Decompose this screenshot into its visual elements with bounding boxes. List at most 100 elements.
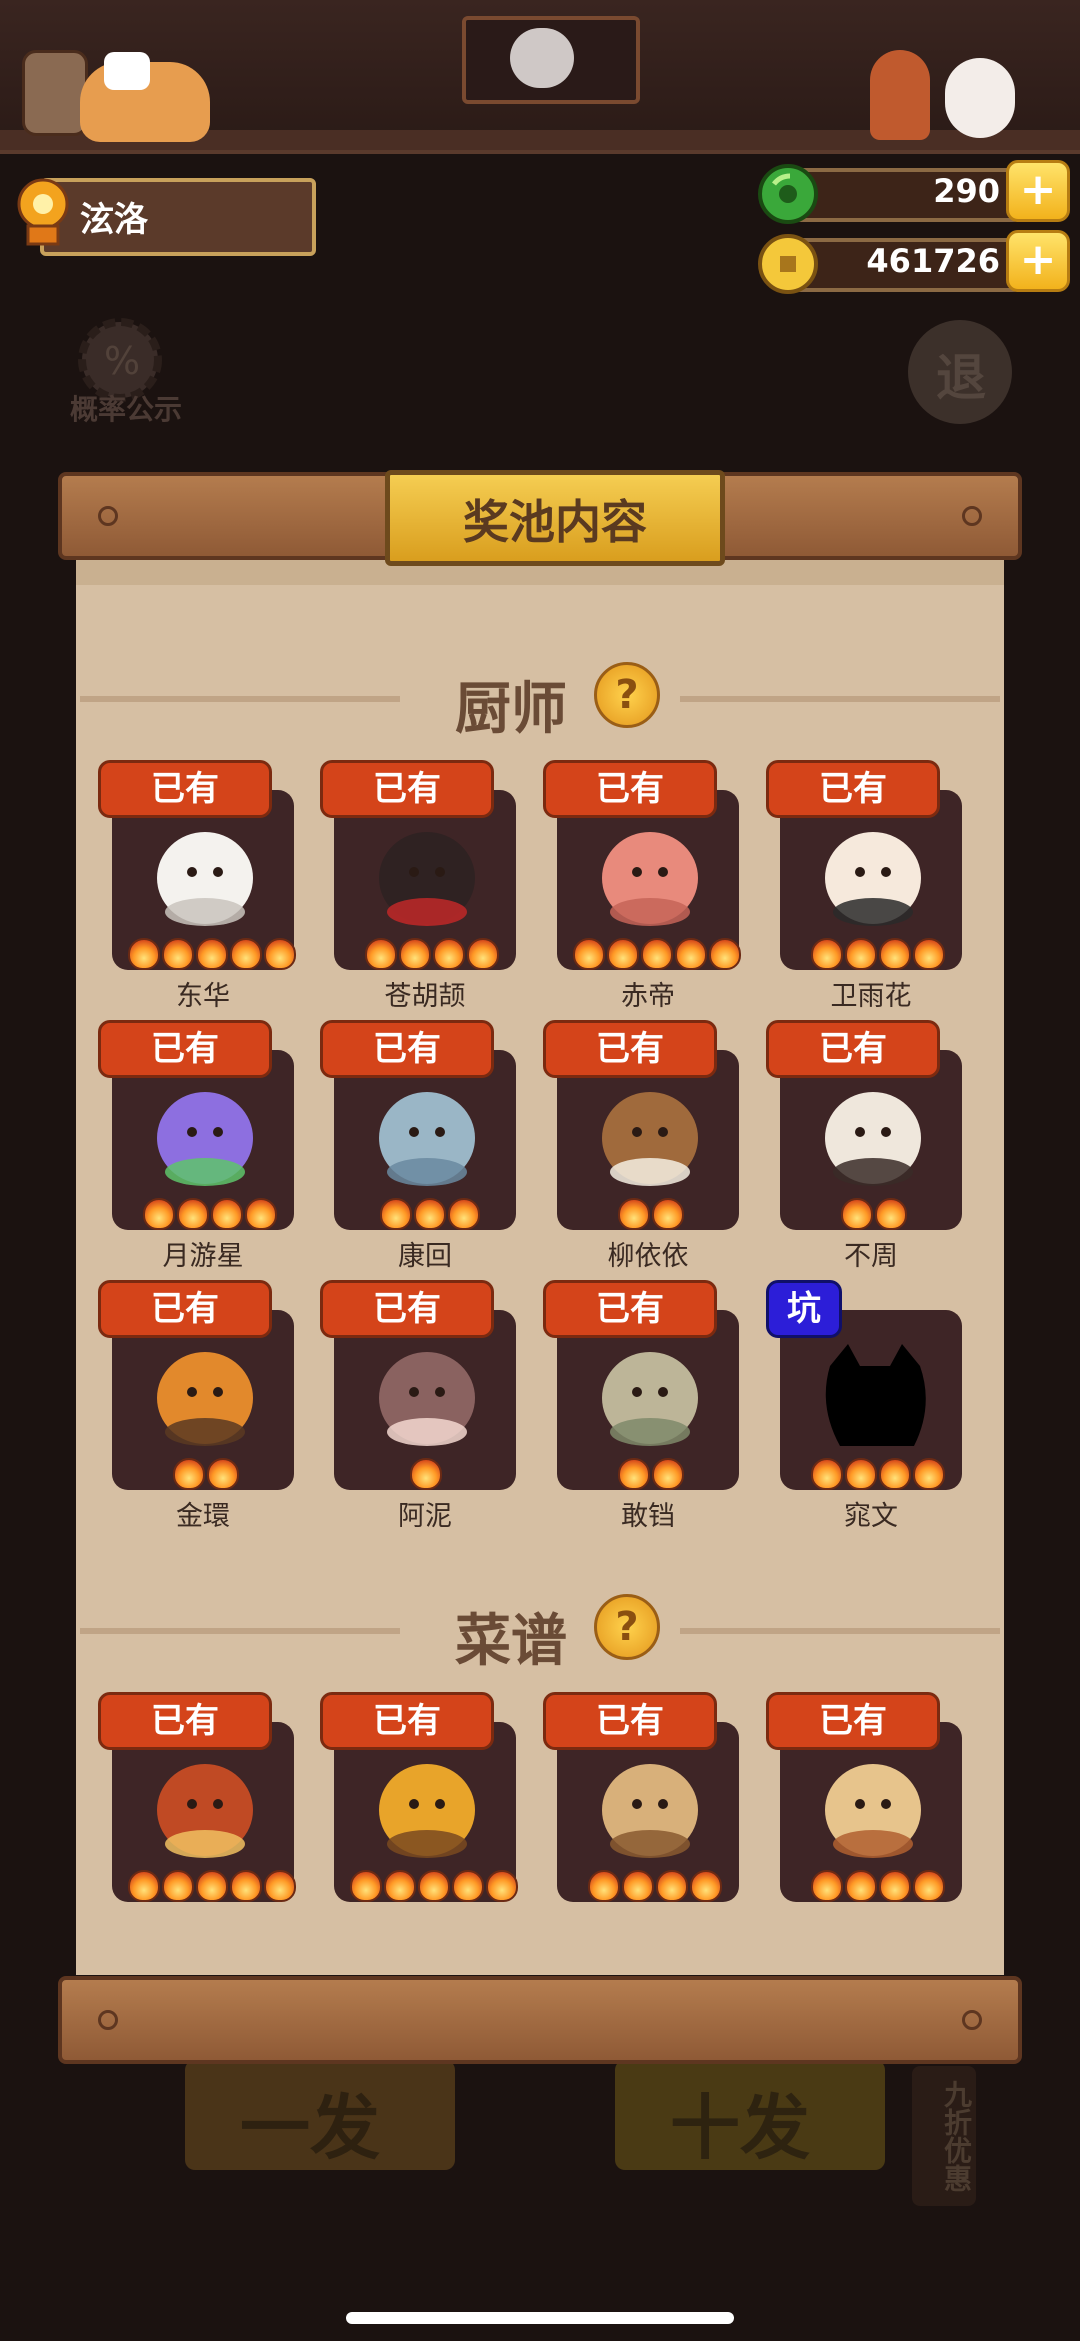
- flame-icon: [656, 1870, 688, 1902]
- svg-text:%: %: [104, 339, 140, 383]
- flame-icon: [879, 938, 911, 970]
- flame-icon: [399, 938, 431, 970]
- rarity-flames: [841, 1198, 907, 1230]
- owned-badge: 已有: [766, 1020, 940, 1078]
- recipe-name: [557, 1906, 739, 1920]
- flame-icon: [162, 1870, 194, 1902]
- gray-cat-icon: [510, 28, 574, 88]
- tree-stump-icon: [587, 1076, 713, 1200]
- flame-icon: [913, 938, 945, 970]
- flame-icon: [879, 1870, 911, 1902]
- recipe-help-button[interactable]: ?: [594, 1594, 660, 1660]
- flame-icon: [875, 1198, 907, 1230]
- recipe-name: [780, 1906, 962, 1920]
- pink-monkey-icon: [587, 816, 713, 940]
- blue-fish-icon: [364, 1076, 490, 1200]
- owned-badge: 已有: [320, 760, 494, 818]
- chef-name: 敢铛: [621, 1501, 675, 1532]
- flame-icon: [622, 1870, 654, 1902]
- flame-icon: [641, 938, 673, 970]
- owned-badge: 已有: [766, 1692, 940, 1750]
- flame-icon: [618, 1198, 650, 1230]
- flame-icon: [384, 1870, 416, 1902]
- owned-badge: 已有: [543, 1020, 717, 1078]
- frame-icon: [22, 50, 88, 136]
- golden-ring-icon: [142, 1336, 268, 1460]
- rarity-flames: [350, 1870, 518, 1902]
- pending-badge: 坑: [766, 1280, 842, 1338]
- flame-icon: [350, 1870, 382, 1902]
- draw-ten-label: 十发: [670, 2087, 810, 2169]
- chef-name: 康回: [398, 1241, 452, 1272]
- add-coin-button[interactable]: +: [1006, 230, 1070, 292]
- chef-name: 苍胡颉: [384, 981, 466, 1012]
- flame-icon: [414, 1198, 446, 1230]
- home-indicator: [346, 2312, 734, 2324]
- red-hat-girl-icon: [870, 50, 930, 140]
- coin-amount: 461726: [866, 242, 1000, 280]
- owned-badge: 已有: [98, 1692, 272, 1750]
- owned-badge: 已有: [543, 1692, 717, 1750]
- chef-name: 窕文: [844, 1501, 898, 1532]
- flame-icon: [196, 1870, 228, 1902]
- chef-name: 阿泥: [398, 1501, 452, 1532]
- rarity-flames: [811, 1458, 945, 1490]
- chef-section-title: 厨师: [455, 677, 567, 742]
- rarity-flames: [618, 1458, 684, 1490]
- flame-icon: [128, 938, 160, 970]
- chef-name: 赤帝: [621, 981, 675, 1012]
- rarity-flames: [173, 1458, 239, 1490]
- flame-icon: [845, 938, 877, 970]
- rarity-flames: [143, 1198, 277, 1230]
- flame-icon: [811, 938, 843, 970]
- flame-icon: [162, 938, 194, 970]
- flame-icon: [841, 1198, 873, 1230]
- chef-name: 柳依依: [607, 1241, 689, 1272]
- flame-icon: [690, 1870, 722, 1902]
- flame-icon: [380, 1198, 412, 1230]
- flame-icon: [709, 938, 741, 970]
- chef-name: 东华: [176, 981, 230, 1012]
- flame-icon: [652, 1458, 684, 1490]
- white-bird-icon: [142, 816, 268, 940]
- flame-icon: [652, 1198, 684, 1230]
- divider: [80, 696, 400, 702]
- rarity-flames: [618, 1198, 684, 1230]
- flame-icon: [418, 1870, 450, 1902]
- chef-help-button[interactable]: ?: [594, 662, 660, 728]
- owned-badge: 已有: [98, 1280, 272, 1338]
- stone-monkey-icon: [587, 1336, 713, 1460]
- silhouette-icon: [810, 1336, 936, 1460]
- chef-name: 不周: [844, 1241, 898, 1272]
- rarity-flames: [573, 938, 741, 970]
- divider: [680, 1628, 1000, 1634]
- panel-title: 奖池内容: [463, 495, 647, 549]
- owned-badge: 已有: [320, 1020, 494, 1078]
- rarity-flames: [811, 1870, 945, 1902]
- discount-badge: 九折优惠: [912, 2066, 976, 2206]
- flame-icon: [452, 1870, 484, 1902]
- owned-badge: 已有: [766, 760, 940, 818]
- rarity-flames: [588, 1870, 722, 1902]
- gold-pot-icon: [364, 1748, 490, 1872]
- purple-blob-icon: [142, 1076, 268, 1200]
- flame-icon: [264, 938, 296, 970]
- flame-icon: [264, 1870, 296, 1902]
- recipe-name: [112, 1906, 294, 1920]
- owned-badge: 已有: [320, 1280, 494, 1338]
- owned-badge: 已有: [543, 760, 717, 818]
- chef-name: 金環: [176, 1501, 230, 1532]
- child-icon: [810, 816, 936, 940]
- flame-icon: [573, 938, 605, 970]
- exit-label: 退: [936, 349, 986, 407]
- panda-cat-icon: [810, 1076, 936, 1200]
- recipe-section-title: 菜谱: [455, 1609, 567, 1674]
- flame-icon: [230, 938, 262, 970]
- draw-one-label: 一发: [240, 2087, 380, 2169]
- owned-badge: 已有: [98, 1020, 272, 1078]
- add-jade-button[interactable]: +: [1006, 160, 1070, 222]
- divider: [80, 1628, 400, 1634]
- bottom-board: [58, 1976, 1022, 2064]
- fish-boat-icon: [587, 1748, 713, 1872]
- flame-icon: [433, 938, 465, 970]
